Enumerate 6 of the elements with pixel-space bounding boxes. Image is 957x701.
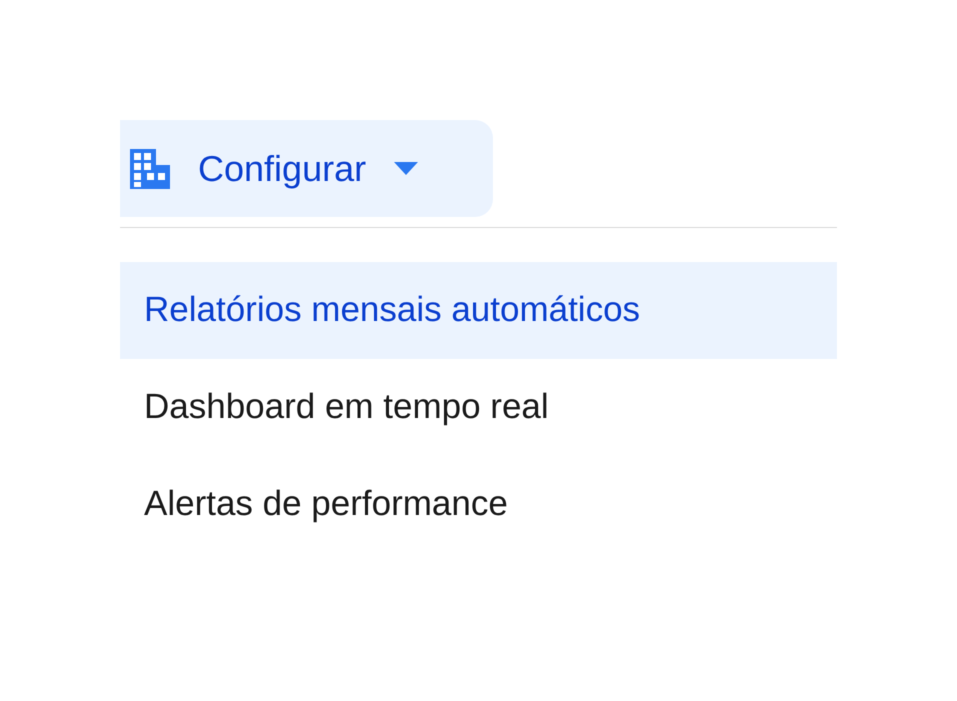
building-icon [130, 148, 170, 188]
caret-down-icon [394, 162, 418, 176]
menu-item[interactable]: Alertas de performance [120, 456, 837, 553]
menu-item[interactable]: Relatórios mensais automáticos [120, 262, 837, 359]
configure-dropdown-button[interactable]: Configurar [120, 120, 493, 217]
menu-item[interactable]: Dashboard em tempo real [120, 359, 837, 456]
